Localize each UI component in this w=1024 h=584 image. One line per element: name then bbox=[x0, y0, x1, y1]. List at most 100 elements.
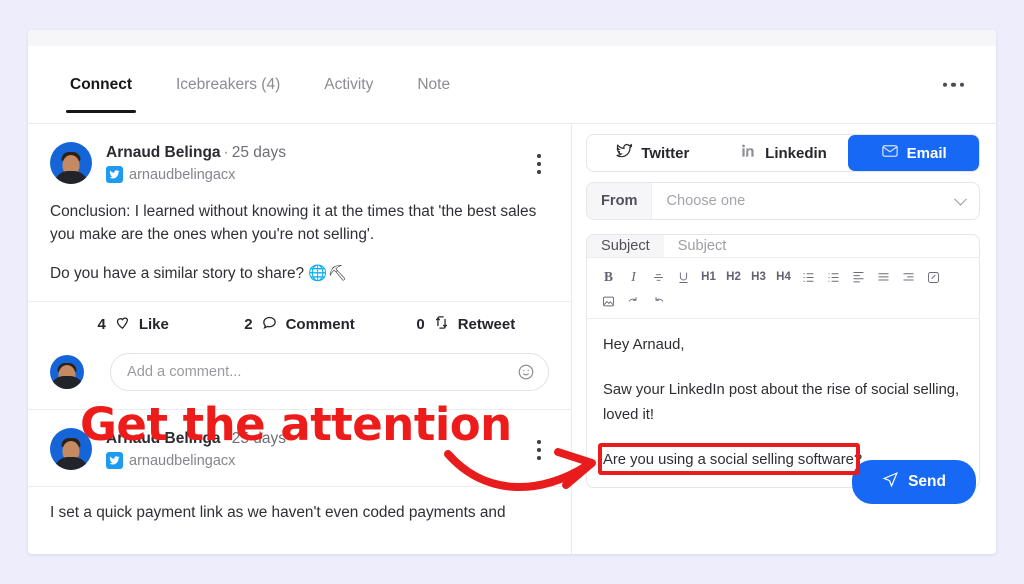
align-center-icon[interactable] bbox=[872, 266, 895, 288]
channel-label-linkedin: Linkedin bbox=[765, 144, 827, 162]
tab-connect[interactable]: Connect bbox=[48, 57, 154, 113]
comment-placeholder: Add a comment... bbox=[127, 364, 242, 380]
retweet-count: 0 bbox=[416, 316, 425, 333]
strikethrough-icon[interactable] bbox=[647, 266, 670, 288]
retweet-label: Retweet bbox=[457, 316, 516, 333]
comment-input[interactable]: Add a comment... bbox=[110, 353, 549, 391]
post-separator: · bbox=[223, 144, 229, 161]
send-button[interactable]: Send bbox=[852, 460, 976, 504]
post-menu-icon[interactable] bbox=[533, 150, 545, 178]
numbered-list-icon[interactable] bbox=[822, 266, 845, 288]
bullet-list-icon[interactable] bbox=[797, 266, 820, 288]
tab-list: Connect Icebreakers (4) Activity Note bbox=[48, 57, 472, 113]
post-author-name: Arnaud Belinga bbox=[106, 144, 221, 161]
retweet-icon bbox=[433, 314, 450, 335]
undo-icon[interactable] bbox=[647, 290, 670, 312]
app-card: Connect Icebreakers (4) Activity Note Ar… bbox=[28, 30, 996, 554]
tab-connect-label: Connect bbox=[70, 75, 132, 93]
from-select[interactable]: Choose one bbox=[652, 183, 979, 219]
tab-activity-label: Activity bbox=[324, 75, 374, 93]
redo-icon[interactable] bbox=[622, 290, 645, 312]
card-top-strip bbox=[28, 30, 996, 46]
email-greeting: Hey Arnaud, bbox=[603, 337, 685, 353]
comment-label: Comment bbox=[285, 316, 355, 333]
post-body: Conclusion: I learned without knowing it… bbox=[28, 200, 571, 301]
post-body: I set a quick payment link as we haven't… bbox=[28, 487, 571, 540]
post-author-name: Arnaud Belinga bbox=[106, 430, 221, 447]
engagement-bar: 4 Like 2 Comment 0 Retweet bbox=[28, 302, 571, 347]
subject-field[interactable]: Subject Subject bbox=[587, 235, 979, 258]
like-count: 4 bbox=[97, 316, 106, 333]
like-label: Like bbox=[138, 316, 169, 333]
image-icon[interactable] bbox=[597, 290, 620, 312]
more-options-icon[interactable] bbox=[935, 74, 973, 95]
tab-note[interactable]: Note bbox=[395, 57, 472, 113]
comment-button[interactable]: 2 Comment bbox=[216, 314, 382, 335]
post-menu-icon[interactable] bbox=[533, 436, 545, 464]
tab-icebreakers[interactable]: Icebreakers (4) bbox=[154, 57, 302, 113]
subject-placeholder: Subject bbox=[677, 238, 727, 254]
bold-icon[interactable]: B bbox=[597, 266, 620, 288]
send-label: Send bbox=[908, 473, 946, 490]
send-row: Send bbox=[852, 460, 976, 504]
post-paragraph: I set a quick payment link as we haven't… bbox=[50, 504, 506, 521]
tab-note-label: Note bbox=[417, 75, 451, 93]
post-handle-row: arnaudbelingacx bbox=[106, 166, 286, 183]
emoji-icon[interactable] bbox=[517, 363, 535, 381]
post-handle: arnaudbelingacx bbox=[129, 452, 236, 469]
channel-tab-email[interactable]: Email bbox=[848, 135, 979, 171]
post-identity: Arnaud Belinga · 25 days arnaudbelingacx bbox=[106, 428, 286, 469]
channel-group: Twitter Linkedin Email bbox=[586, 134, 980, 172]
align-right-icon[interactable] bbox=[897, 266, 920, 288]
heading-2-icon[interactable]: H2 bbox=[722, 266, 745, 288]
post-identity: Arnaud Belinga · 25 days arnaudbelingacx bbox=[106, 142, 286, 183]
channel-tab-twitter[interactable]: Twitter bbox=[587, 135, 718, 171]
align-left-icon[interactable] bbox=[847, 266, 870, 288]
twitter-icon bbox=[106, 452, 123, 469]
avatar bbox=[50, 428, 92, 470]
like-button[interactable]: 4 Like bbox=[50, 314, 216, 335]
avatar bbox=[50, 142, 92, 184]
link-icon[interactable] bbox=[922, 266, 945, 288]
current-user-avatar bbox=[50, 355, 84, 389]
subject-input[interactable]: Subject bbox=[664, 235, 979, 257]
twitter-icon bbox=[106, 166, 123, 183]
italic-icon[interactable]: I bbox=[622, 266, 645, 288]
post-author-row: Arnaud Belinga · 25 days bbox=[106, 429, 286, 449]
heading-4-icon[interactable]: H4 bbox=[772, 266, 795, 288]
from-value: Choose one bbox=[666, 193, 746, 209]
composer-panel: Twitter Linkedin Email From Choose one S… bbox=[572, 124, 996, 554]
heart-icon bbox=[114, 314, 131, 335]
channel-selector: Twitter Linkedin Email bbox=[572, 124, 996, 182]
post-paragraph: Do you have a similar story to share? 🌐⛏ bbox=[50, 265, 348, 282]
post-header: Arnaud Belinga · 25 days arnaudbelingacx bbox=[28, 410, 571, 486]
linkedin-icon bbox=[739, 142, 757, 164]
retweet-button[interactable]: 0 Retweet bbox=[383, 314, 549, 335]
heading-1-icon[interactable]: H1 bbox=[697, 266, 720, 288]
content-columns: Arnaud Belinga · 25 days arnaudbelingacx C… bbox=[28, 124, 996, 554]
channel-tab-linkedin[interactable]: Linkedin bbox=[718, 135, 849, 171]
from-field[interactable]: From Choose one bbox=[586, 182, 980, 220]
feed-panel: Arnaud Belinga · 25 days arnaudbelingacx C… bbox=[28, 124, 572, 554]
post-paragraph: Conclusion: I learned without knowing it… bbox=[50, 203, 537, 243]
tab-activity[interactable]: Activity bbox=[302, 57, 395, 113]
heading-3-icon[interactable]: H3 bbox=[747, 266, 770, 288]
post-separator: · bbox=[223, 430, 229, 447]
email-icon bbox=[881, 142, 899, 164]
send-icon bbox=[882, 471, 899, 493]
comment-count: 2 bbox=[244, 316, 253, 333]
chevron-down-icon bbox=[954, 192, 967, 206]
underline-icon[interactable] bbox=[672, 266, 695, 288]
post-author-row: Arnaud Belinga · 25 days bbox=[106, 143, 286, 163]
twitter-icon bbox=[615, 142, 633, 164]
tab-bar: Connect Icebreakers (4) Activity Note bbox=[28, 46, 996, 124]
post-handle: arnaudbelingacx bbox=[129, 166, 236, 183]
comment-compose-row: Add a comment... bbox=[28, 347, 571, 409]
channel-label-email: Email bbox=[906, 144, 947, 162]
subject-label: Subject bbox=[587, 235, 664, 257]
post-handle-row: arnaudbelingacx bbox=[106, 452, 286, 469]
from-label: From bbox=[587, 183, 653, 219]
email-editor: Subject Subject B I H1 H2 H3 H4 Hey Arna… bbox=[586, 234, 980, 488]
email-paragraph: Saw your LinkedIn post about the rise of… bbox=[603, 382, 960, 423]
post-item: Arnaud Belinga · 25 days arnaudbelingacx C… bbox=[28, 124, 571, 409]
